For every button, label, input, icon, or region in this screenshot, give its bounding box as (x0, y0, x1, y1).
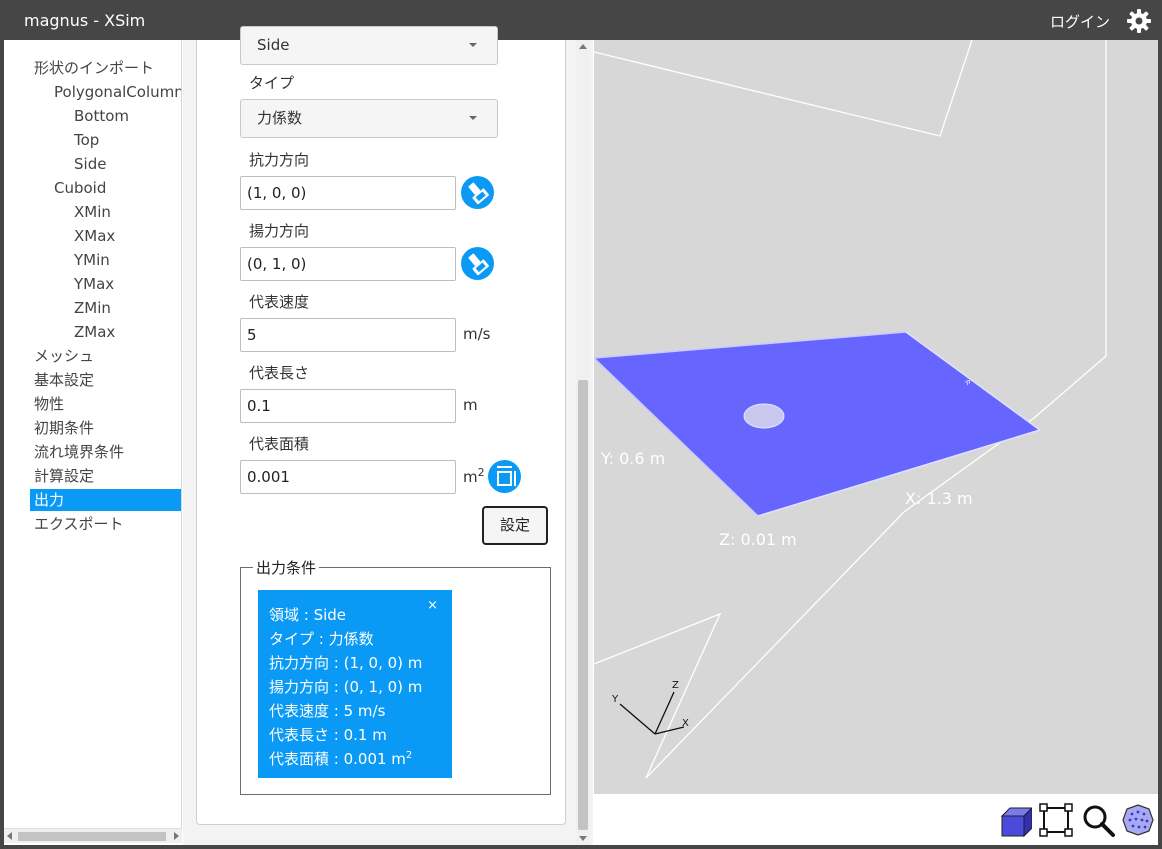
tree-item-initial-conditions[interactable]: 初期条件 (34, 417, 94, 439)
tree-item-mesh[interactable]: メッシュ (34, 345, 94, 367)
cube-icon[interactable] (996, 802, 1032, 838)
fit-frame-icon[interactable] (1038, 802, 1074, 838)
condition-drag-direction: 抗力方向 : (1, 0, 0) m (269, 654, 423, 672)
tree-item-properties[interactable]: 物性 (34, 393, 64, 415)
output-condition-card: × 領域 : Side タイプ : 力係数 抗力方向 : (1, 0, 0) m… (258, 590, 452, 778)
sphere-icon[interactable] (1120, 802, 1156, 838)
tree-item-export[interactable]: エクスポート (34, 513, 124, 535)
tree-item-zmax[interactable]: ZMax (74, 321, 115, 343)
zoom-icon[interactable] (1080, 802, 1116, 838)
tree-item-calc-settings[interactable]: 計算設定 (34, 465, 94, 487)
condition-area-exponent: 2 (405, 750, 413, 761)
lift-direction-pick-button[interactable] (461, 247, 494, 280)
scroll-up-icon[interactable] (579, 44, 587, 49)
area-unit-base: m (463, 468, 478, 486)
tree-item-side[interactable]: Side (74, 153, 106, 175)
tree-item-ymin[interactable]: YMin (74, 249, 110, 271)
tree-item-bottom[interactable]: Bottom (74, 105, 129, 127)
type-select-value: 力係数 (257, 109, 303, 127)
domain-edge (594, 40, 973, 137)
condition-lift-direction: 揚力方向 : (0, 1, 0) m (269, 678, 423, 696)
column-hole (743, 403, 785, 429)
axis-x-label: X (682, 718, 689, 729)
region-select-value: Side (257, 36, 290, 54)
tree-item-import[interactable]: 形状のインポート (34, 57, 154, 79)
dimension-z-label: Z: 0.01 m (719, 530, 797, 549)
type-select[interactable]: 力係数 (240, 99, 498, 138)
app-title: magnus - XSim (24, 11, 146, 30)
length-input[interactable]: 0.1 (240, 389, 456, 423)
dimension-x-label: X: 1.3 m (905, 489, 973, 508)
pick-direction-icon (468, 253, 489, 276)
gear-icon[interactable] (1126, 8, 1152, 34)
chevron-down-icon (469, 43, 477, 47)
length-label: 代表長さ (249, 364, 310, 382)
region-select[interactable]: Side (240, 26, 498, 65)
3d-viewport[interactable]: » Y: 0.6 m X: 1.3 m Z: 0.01 m Y Z X (594, 40, 1158, 794)
output-settings-panel: Side タイプ 力係数 抗力方向 (1, 0, 0) 揚力方向 (0, 1, … (183, 26, 593, 845)
drag-direction-label: 抗力方向 (249, 151, 310, 169)
dimension-y-label: Y: 0.6 m (600, 449, 665, 468)
pick-direction-icon (468, 182, 489, 205)
tree-item-polygonal-column[interactable]: PolygonalColumn (54, 81, 181, 103)
scroll-down-icon[interactable] (579, 836, 587, 841)
condition-area: 代表面積 : 0.001 m2 (269, 748, 412, 769)
side-surface[interactable] (594, 331, 1042, 517)
tree-item-zmin[interactable]: ZMin (74, 297, 111, 319)
area-measure-icon (497, 466, 516, 486)
tree-item-output[interactable]: 出力 (30, 489, 181, 511)
tree-item-flow-boundary[interactable]: 流れ境界条件 (34, 441, 124, 463)
axis-triad (619, 691, 685, 735)
tree-item-top[interactable]: Top (74, 129, 99, 151)
chevron-down-icon (469, 116, 477, 120)
condition-velocity: 代表速度 : 5 m/s (269, 702, 386, 720)
scene-canvas[interactable]: » Y: 0.6 m X: 1.3 m Z: 0.01 m Y Z X (594, 40, 1158, 794)
output-conditions-legend: 出力条件 (253, 557, 320, 578)
tree-item-ymax[interactable]: YMax (74, 273, 114, 295)
velocity-unit: m/s (463, 325, 491, 343)
area-unit-exponent: 2 (477, 466, 485, 479)
output-form: Side タイプ 力係数 抗力方向 (1, 0, 0) 揚力方向 (0, 1, … (196, 26, 566, 825)
axis-y-label: Y (611, 694, 619, 705)
drag-direction-input[interactable]: (1, 0, 0) (240, 176, 456, 210)
title-bar: magnus - XSim ログイン (0, 0, 1162, 40)
scrollbar-thumb[interactable] (18, 832, 166, 841)
domain-edge (594, 511, 905, 779)
output-conditions-group: 出力条件 × 領域 : Side タイプ : 力係数 抗力方向 : (1, 0,… (240, 557, 551, 795)
view-toolbar (594, 794, 1158, 845)
tree-horizontal-scrollbar[interactable] (4, 828, 182, 843)
axis-z-label: Z (672, 680, 679, 691)
area-label: 代表面積 (249, 435, 310, 453)
tree-item-basic-settings[interactable]: 基本設定 (34, 369, 94, 391)
scrollbar-thumb[interactable] (578, 380, 588, 830)
scroll-right-icon[interactable] (174, 832, 179, 840)
login-link[interactable]: ログイン (1050, 11, 1110, 32)
condition-area-text: 代表面積 : 0.001 m (269, 750, 406, 768)
set-button[interactable]: 設定 (482, 506, 548, 545)
area-input[interactable]: 0.001 (240, 460, 456, 494)
condition-region: 領域 : Side (269, 606, 347, 624)
tree-item-xmin[interactable]: XMin (74, 201, 111, 223)
tree-item-xmax[interactable]: XMax (74, 225, 115, 247)
close-icon[interactable]: × (427, 598, 438, 613)
area-compute-button[interactable] (488, 460, 521, 493)
tree-item-cuboid[interactable]: Cuboid (54, 177, 106, 199)
area-unit: m2 (463, 466, 485, 486)
drag-direction-pick-button[interactable] (461, 176, 494, 209)
condition-type: タイプ : 力係数 (269, 630, 374, 648)
settings-tree: 形状のインポート PolygonalColumn Bottom Top Side… (4, 40, 182, 829)
lift-direction-label: 揚力方向 (249, 222, 310, 240)
lift-direction-input[interactable]: (0, 1, 0) (240, 247, 456, 281)
type-label: タイプ (249, 74, 295, 92)
length-unit: m (463, 396, 478, 414)
form-vertical-scrollbar[interactable] (576, 40, 590, 845)
condition-length: 代表長さ : 0.1 m (269, 726, 387, 744)
velocity-label: 代表速度 (249, 293, 310, 311)
scroll-left-icon[interactable] (7, 832, 12, 840)
velocity-input[interactable]: 5 (240, 318, 456, 352)
